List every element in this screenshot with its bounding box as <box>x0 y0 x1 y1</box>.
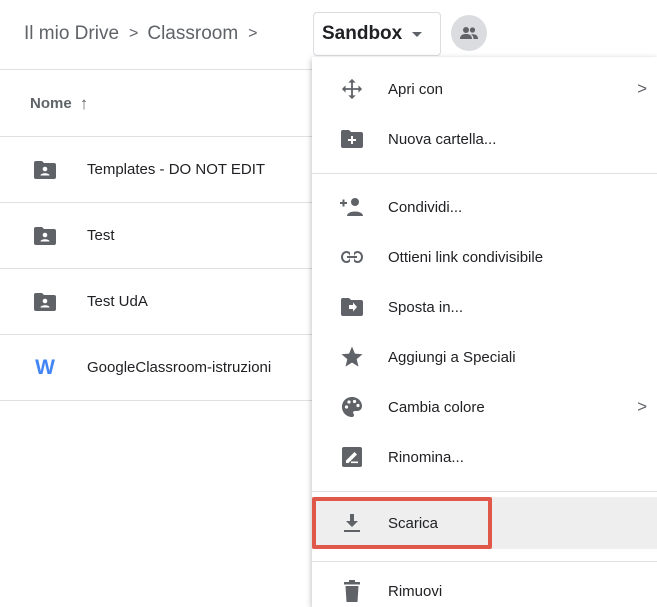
breadcrumb: Il mio Drive > Classroom > <box>24 14 267 54</box>
shared-folder-icon <box>33 158 57 182</box>
menu-item-get-link[interactable]: Ottieni link condivisibile <box>312 237 657 277</box>
shared-folder-icon <box>33 224 57 248</box>
highlight-box <box>312 497 492 549</box>
menu-divider <box>312 173 657 174</box>
menu-item-label: Condividi... <box>388 198 463 216</box>
menu-item-remove[interactable]: Rimuovi <box>312 571 657 607</box>
menu-item-label: Sposta in... <box>388 298 464 316</box>
move-arrows-icon <box>340 77 364 101</box>
menu-item-label: Rimuovi <box>388 582 443 600</box>
word-doc-icon: W <box>35 355 55 379</box>
menu-item-label: Apri con <box>388 80 444 98</box>
breadcrumb-item-classroom[interactable]: Classroom <box>147 23 238 45</box>
file-name: GoogleClassroom-istruzioni <box>87 359 272 376</box>
menu-divider <box>312 491 657 492</box>
shared-folder-icon <box>33 290 57 314</box>
menu-item-add-to-starred[interactable]: Aggiungi a Speciali <box>312 337 657 377</box>
breadcrumb-current-folder-button[interactable]: Sandbox <box>313 12 441 56</box>
link-icon <box>340 245 364 269</box>
menu-item-label: Aggiungi a Speciali <box>388 348 516 366</box>
sort-by-name-button[interactable]: Nome <box>30 95 72 112</box>
shared-folder-people-icon[interactable] <box>451 15 487 51</box>
file-name: Test UdA <box>87 293 148 310</box>
breadcrumb-separator: > <box>248 25 258 42</box>
menu-item-share[interactable]: Condividi... <box>312 187 657 227</box>
menu-divider <box>312 561 657 562</box>
file-name: Test <box>87 227 115 244</box>
menu-item-rename[interactable]: Rinomina... <box>312 437 657 477</box>
context-menu: Apri con > Nuova cartella... Condividi..… <box>312 57 657 607</box>
menu-item-move-to[interactable]: Sposta in... <box>312 287 657 327</box>
file-name: Templates - DO NOT EDIT <box>87 161 266 178</box>
caret-down-icon <box>412 31 423 37</box>
chevron-right-icon: > <box>637 79 647 98</box>
move-to-folder-icon <box>340 295 364 319</box>
arrow-up-icon[interactable]: ↑ <box>80 94 89 114</box>
palette-icon <box>340 395 364 419</box>
breadcrumb-current-label: Sandbox <box>322 23 403 44</box>
breadcrumb-item-my-drive[interactable]: Il mio Drive <box>24 23 119 45</box>
breadcrumb-separator: > <box>129 25 139 42</box>
menu-item-label: Ottieni link condivisibile <box>388 248 544 266</box>
new-folder-icon <box>340 127 364 151</box>
menu-item-open-with[interactable]: Apri con > <box>312 69 657 109</box>
menu-item-label: Cambia colore <box>388 398 485 416</box>
menu-item-label: Nuova cartella... <box>388 130 497 148</box>
menu-item-new-folder[interactable]: Nuova cartella... <box>312 119 657 159</box>
trash-icon <box>340 579 364 603</box>
menu-item-change-color[interactable]: Cambia colore > <box>312 387 657 427</box>
add-person-icon <box>340 195 364 219</box>
menu-item-label: Rinomina... <box>388 448 464 466</box>
rename-icon <box>340 445 364 469</box>
chevron-right-icon: > <box>637 397 647 416</box>
star-icon <box>340 345 364 369</box>
